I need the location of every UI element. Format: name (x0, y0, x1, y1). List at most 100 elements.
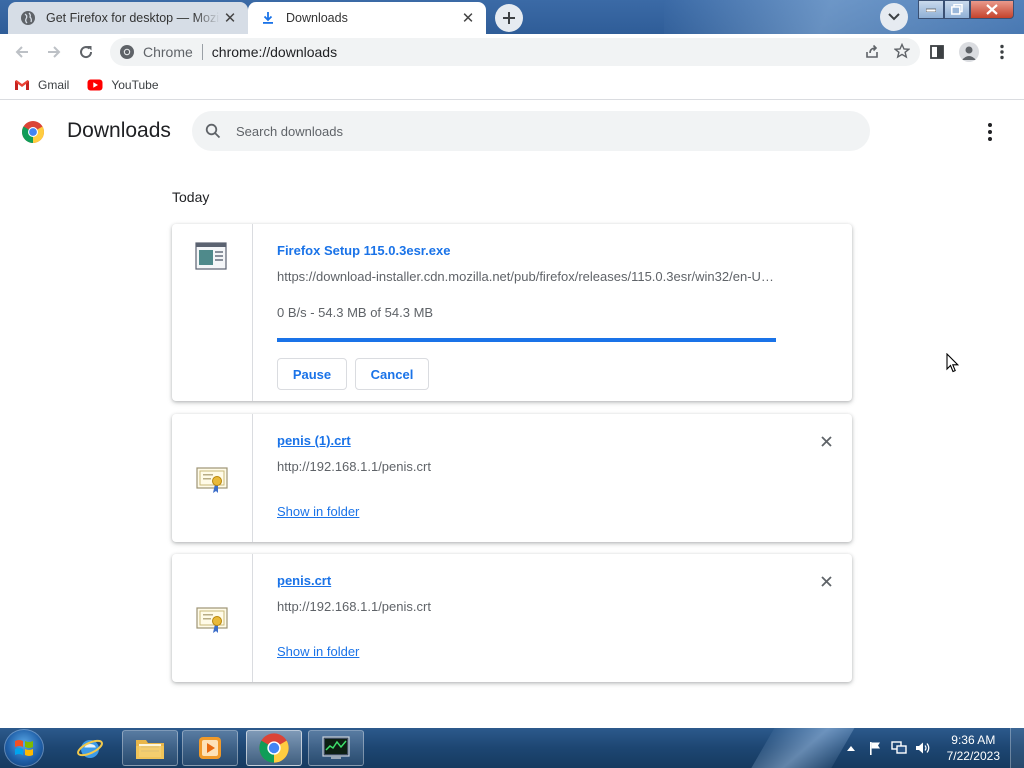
tab-search-button[interactable] (880, 3, 908, 31)
pause-button[interactable]: Pause (277, 358, 347, 390)
file-icon-column (172, 554, 253, 682)
show-hidden-icons-button[interactable] (841, 738, 861, 758)
certificate-file-icon (196, 467, 228, 493)
remove-item-button[interactable] (816, 571, 836, 591)
back-arrow-icon (15, 46, 28, 58)
url-text[interactable]: chrome://downloads (212, 44, 337, 60)
downloads-menu-button[interactable] (978, 121, 1002, 143)
show-in-folder-link[interactable]: Show in folder (277, 504, 359, 519)
task-manager-icon (322, 736, 350, 759)
downloads-header: Downloads (0, 101, 1024, 163)
remove-item-button[interactable] (816, 431, 836, 451)
bookmark-star-icon[interactable] (894, 43, 910, 59)
page-title: Downloads (67, 119, 171, 142)
mouse-cursor-icon (946, 353, 960, 373)
forward-button[interactable] (40, 38, 68, 66)
reload-icon (80, 46, 93, 59)
action-center-icon[interactable] (865, 738, 885, 758)
tab-title: Downloads (286, 11, 348, 25)
toolbar: Chrome chrome://downloads (0, 34, 1024, 70)
side-panel-button[interactable] (923, 38, 951, 66)
reload-button[interactable] (72, 38, 100, 66)
download-item: penis.crt http://192.168.1.1/penis.crt S… (172, 554, 852, 682)
media-player-icon (199, 737, 221, 759)
clock-time: 9:36 AM (951, 733, 996, 747)
taskbar-chrome[interactable] (246, 730, 302, 766)
tab-title: Get Firefox for desktop — Mozilla (46, 11, 220, 25)
youtube-icon (87, 79, 103, 90)
clock[interactable]: 9:36 AM 7/22/2023 (947, 732, 1000, 764)
file-name[interactable]: Firefox Setup 115.0.3esr.exe (277, 243, 450, 258)
download-icon (260, 10, 276, 26)
file-name[interactable]: penis (1).crt (277, 433, 351, 448)
certificate-file-icon (196, 607, 228, 633)
date-heading: Today (172, 189, 210, 205)
back-button[interactable] (8, 38, 36, 66)
search-box[interactable] (192, 111, 870, 151)
new-tab-button[interactable] (495, 4, 523, 32)
menu-button[interactable] (988, 38, 1016, 66)
search-input[interactable] (236, 123, 836, 139)
progress-fill (277, 338, 776, 342)
chrome-icon (259, 733, 289, 763)
taskbar: 9:36 AM 7/22/2023 (0, 728, 1024, 768)
show-desktop-button[interactable] (1010, 728, 1024, 768)
kebab-menu-icon (1000, 44, 1004, 60)
close-tab-icon[interactable]: ✕ (458, 8, 478, 28)
start-button[interactable] (4, 729, 44, 767)
clock-date: 7/22/2023 (946, 749, 1000, 763)
tab-downloads[interactable]: Downloads ✕ (248, 2, 486, 34)
file-icon-column (172, 224, 253, 401)
system-tray: 9:36 AM 7/22/2023 (841, 728, 1024, 768)
download-item: penis (1).crt http://192.168.1.1/penis.c… (172, 414, 852, 542)
cancel-button[interactable]: Cancel (355, 358, 429, 390)
close-icon (820, 435, 832, 447)
file-explorer-icon (136, 740, 164, 759)
show-in-folder-link[interactable]: Show in folder (277, 644, 359, 659)
volume-icon[interactable] (913, 738, 933, 758)
taskbar-media-player[interactable] (182, 730, 238, 766)
forward-arrow-icon (48, 46, 61, 58)
bookmarks-bar: Gmail YouTube (0, 70, 1024, 100)
chrome-logo-icon (22, 121, 44, 143)
network-icon[interactable] (889, 738, 909, 758)
bookmark-label: YouTube (111, 77, 159, 92)
file-name[interactable]: penis.crt (277, 573, 331, 588)
share-icon[interactable] (864, 43, 880, 59)
restore-button[interactable] (944, 0, 970, 19)
avatar (959, 42, 979, 62)
site-chip-label: Chrome (143, 44, 193, 60)
download-status: 0 B/s - 54.3 MB of 54.3 MB (277, 305, 434, 320)
taskbar-file-explorer[interactable] (122, 730, 178, 766)
file-icon-column (172, 414, 253, 542)
windows-logo-icon (15, 740, 33, 756)
taskbar-task-manager[interactable] (308, 730, 364, 766)
file-url: http://192.168.1.1/penis.crt (277, 459, 431, 474)
window-controls (918, 0, 1014, 19)
divider (201, 44, 203, 60)
gmail-icon (15, 79, 29, 90)
globe-icon (20, 10, 36, 26)
installer-file-icon (195, 242, 227, 270)
tab-get-firefox[interactable]: Get Firefox for desktop — Mozilla ✕ (8, 2, 248, 34)
internet-explorer-icon (77, 739, 103, 758)
file-url: http://192.168.1.1/penis.crt (277, 599, 431, 614)
chevron-up-icon (846, 746, 855, 751)
profile-button[interactable] (955, 38, 983, 66)
search-icon (205, 123, 221, 139)
close-tab-icon[interactable]: ✕ (220, 8, 240, 28)
minimize-button[interactable] (918, 0, 944, 19)
chrome-icon (120, 45, 134, 59)
downloads-page: Downloads Today Firefox Setup 115.0.3esr… (0, 101, 1024, 728)
close-window-button[interactable] (970, 0, 1014, 19)
taskbar-internet-explorer[interactable] (62, 730, 118, 766)
chevron-down-icon (888, 13, 900, 21)
bookmark-youtube[interactable]: YouTube (87, 77, 159, 92)
download-item: Firefox Setup 115.0.3esr.exe https://dow… (172, 224, 852, 401)
address-bar[interactable]: Chrome chrome://downloads (110, 38, 920, 66)
bookmark-gmail[interactable]: Gmail (14, 78, 69, 92)
bookmark-label: Gmail (38, 77, 70, 92)
side-panel-icon (930, 45, 944, 59)
tab-strip: Get Firefox for desktop — Mozilla ✕ Down… (0, 0, 1024, 34)
progress-bar (277, 338, 776, 342)
